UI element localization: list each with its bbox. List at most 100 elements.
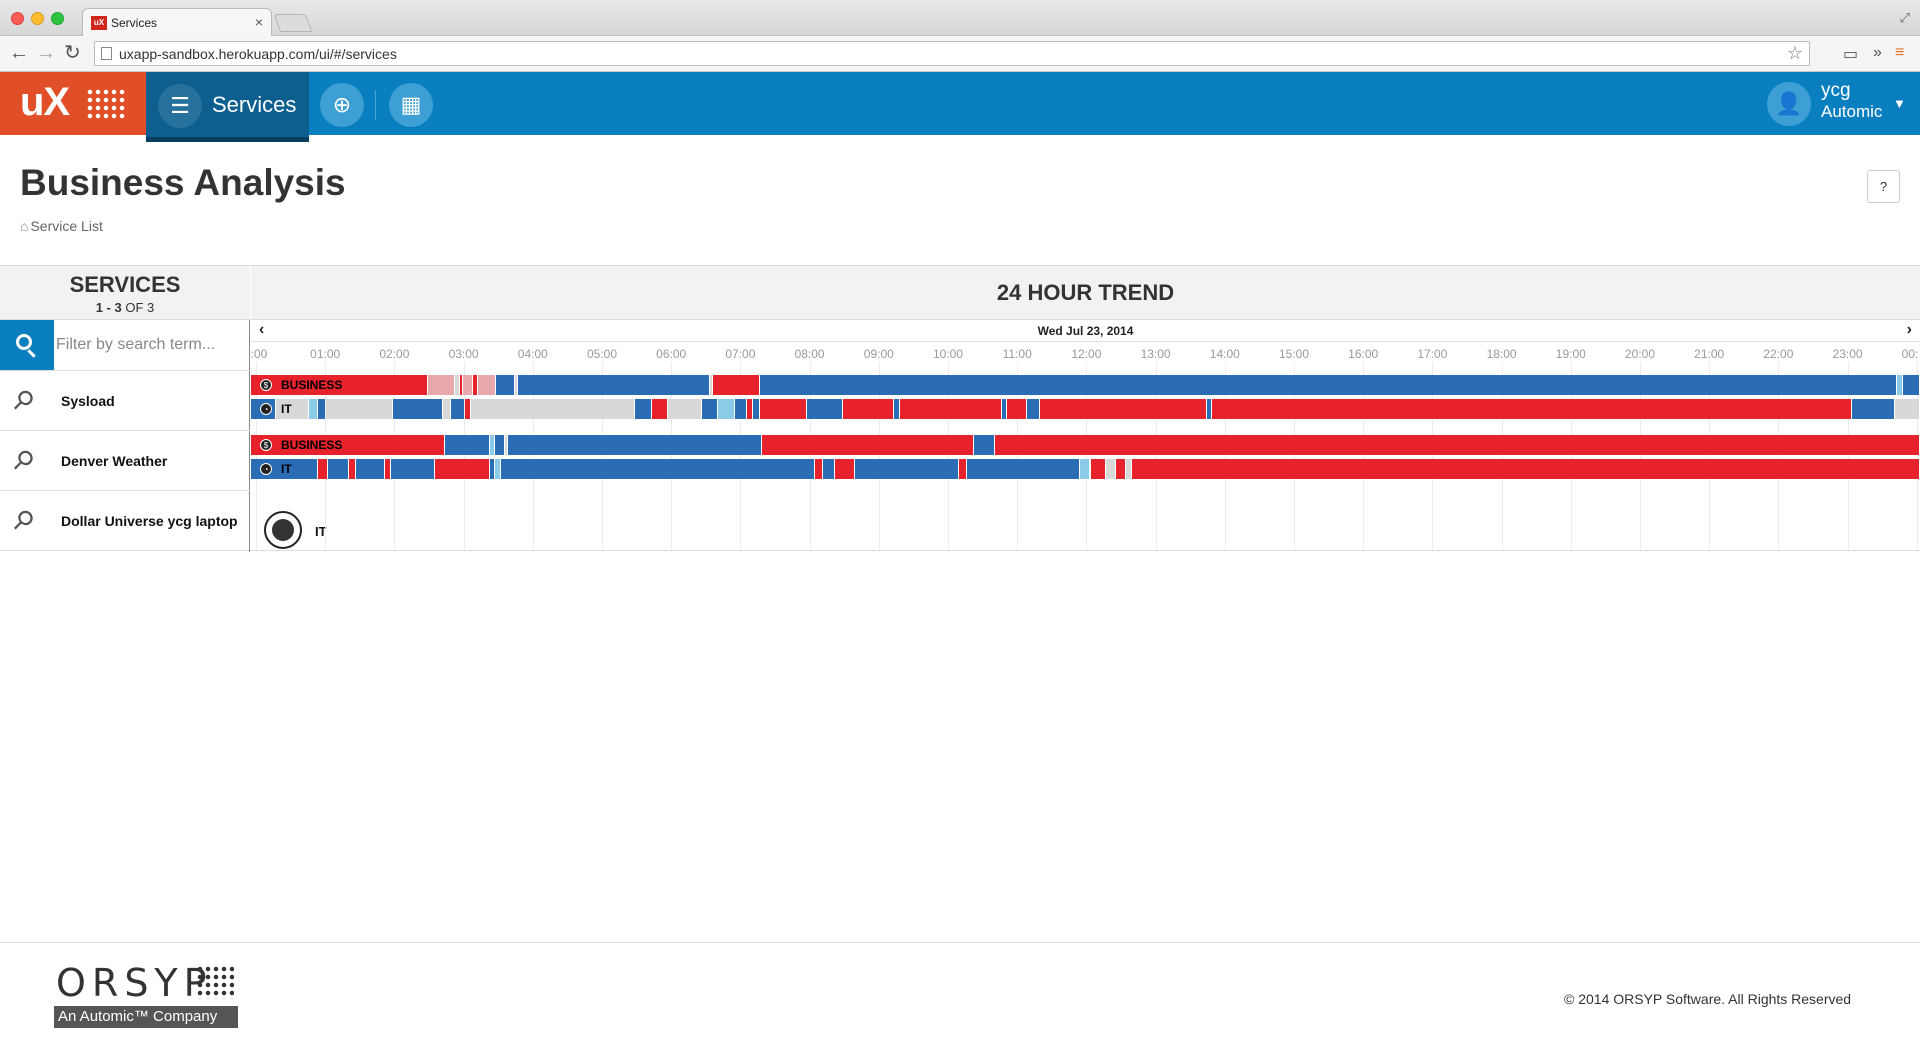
close-window-icon[interactable] — [11, 12, 24, 25]
service-name[interactable]: Dollar Universe ycg laptop — [61, 513, 238, 529]
trend-segment[interactable] — [471, 399, 634, 419]
fullscreen-icon[interactable]: ⤢ — [1900, 10, 1910, 26]
trend-segment[interactable] — [472, 375, 477, 395]
add-service-icon[interactable]: ⊕ — [320, 83, 364, 127]
trend-segment[interactable] — [427, 375, 454, 395]
trend-segment[interactable] — [496, 375, 514, 395]
trend-segment[interactable] — [327, 459, 349, 479]
trend-segment[interactable] — [392, 399, 442, 419]
trend-segment[interactable] — [753, 399, 760, 419]
trend-segment[interactable] — [444, 435, 489, 455]
trend-segment[interactable] — [489, 459, 494, 479]
trend-segment[interactable] — [494, 459, 501, 479]
trend-segment[interactable] — [309, 399, 317, 419]
trend-segment[interactable] — [1125, 459, 1132, 479]
new-tab-button[interactable] — [273, 14, 313, 32]
trend-segment[interactable] — [1894, 399, 1919, 419]
trend-segment[interactable] — [464, 399, 471, 419]
trend-segment[interactable] — [391, 459, 434, 479]
trend-segment[interactable] — [349, 459, 356, 479]
user-avatar-icon[interactable]: 👤 — [1767, 82, 1811, 126]
extensions-icon[interactable]: » — [1873, 44, 1882, 62]
trend-segment[interactable] — [806, 399, 843, 419]
service-name[interactable]: Sysload — [61, 393, 115, 409]
browser-tab[interactable]: uX Services × — [82, 8, 272, 36]
trend-segment[interactable] — [815, 459, 823, 479]
trend-segment[interactable] — [326, 399, 392, 419]
trend-segment[interactable] — [701, 399, 718, 419]
pin-icon[interactable]: ⚲ — [6, 443, 41, 478]
trend-segment[interactable] — [1080, 459, 1090, 479]
search-input[interactable] — [56, 326, 246, 364]
minimize-window-icon[interactable] — [31, 12, 44, 25]
back-icon[interactable]: ← — [9, 42, 29, 64]
trend-segment[interactable] — [746, 399, 753, 419]
user-name[interactable]: ycg — [1821, 80, 1851, 102]
trend-segment[interactable] — [462, 375, 472, 395]
trend-segment[interactable] — [514, 375, 518, 395]
trend-bar[interactable]: ◔ IT — [251, 459, 1920, 479]
search-button[interactable] — [0, 320, 54, 370]
tab-close-icon[interactable]: × — [255, 14, 263, 30]
menu-icon[interactable]: ≡ — [1895, 44, 1904, 62]
trend-segment[interactable] — [1090, 459, 1105, 479]
trend-segment[interactable] — [1132, 459, 1919, 479]
trend-segment[interactable] — [501, 459, 815, 479]
trend-segment[interactable] — [1115, 459, 1125, 479]
trend-segment[interactable] — [823, 459, 835, 479]
trend-segment[interactable] — [958, 459, 966, 479]
address-bar[interactable]: uxapp-sandbox.herokuapp.com/ui/#/service… — [94, 41, 1810, 66]
cast-icon[interactable]: ▭ — [1843, 44, 1858, 64]
trend-segment[interactable] — [761, 435, 973, 455]
trend-segment[interactable] — [1896, 375, 1903, 395]
list-item[interactable]: ⚲ Denver Weather — [0, 430, 250, 490]
trend-bar[interactable]: $ BUSINESS — [251, 375, 1920, 395]
trend-segment[interactable] — [317, 399, 326, 419]
chevron-down-icon[interactable]: ▼ — [1893, 96, 1906, 111]
trend-segment[interactable] — [713, 375, 760, 395]
trend-segment[interactable] — [489, 435, 494, 455]
trend-segment[interactable] — [442, 399, 451, 419]
trend-segment[interactable] — [735, 399, 746, 419]
trend-segment[interactable] — [356, 459, 384, 479]
trend-segment[interactable] — [1027, 399, 1040, 419]
trend-segment[interactable] — [1007, 399, 1027, 419]
trend-segment[interactable] — [1002, 399, 1007, 419]
trend-segment[interactable] — [855, 459, 958, 479]
trend-segment[interactable] — [454, 375, 459, 395]
trend-segment[interactable] — [900, 399, 1002, 419]
app-logo[interactable]: uX — [0, 72, 146, 135]
trend-segment[interactable] — [1212, 399, 1851, 419]
trend-segment[interactable] — [451, 399, 464, 419]
forward-icon[interactable]: → — [36, 42, 56, 64]
url-text[interactable]: uxapp-sandbox.herokuapp.com/ui/#/service… — [119, 46, 397, 62]
trend-segment[interactable] — [835, 459, 855, 479]
trend-segment[interactable] — [494, 435, 504, 455]
trend-segment[interactable] — [434, 459, 489, 479]
trend-segment[interactable] — [459, 375, 462, 395]
trend-segment[interactable] — [317, 459, 327, 479]
breadcrumb-service-list[interactable]: Service List — [30, 218, 102, 234]
pin-icon[interactable]: ⚲ — [6, 503, 41, 538]
trend-segment[interactable] — [1851, 399, 1894, 419]
trend-segment[interactable] — [477, 375, 496, 395]
list-item[interactable]: ⚲ Dollar Universe ycg laptop — [0, 490, 250, 550]
user-org[interactable]: Automic — [1821, 102, 1882, 122]
trend-segment[interactable] — [1040, 399, 1207, 419]
trend-segment[interactable] — [504, 435, 508, 455]
trend-segment[interactable] — [1105, 459, 1115, 479]
nav-services[interactable]: ☰ Services — [146, 72, 309, 142]
trend-bar[interactable]: ◔ IT — [251, 399, 1920, 419]
trend-segment[interactable] — [634, 399, 651, 419]
trend-bar[interactable]: $ BUSINESS — [251, 435, 1920, 455]
trend-segment[interactable] — [508, 435, 761, 455]
trend-segment[interactable] — [651, 399, 668, 419]
star-icon[interactable]: ☆ — [1787, 43, 1803, 64]
trend-segment[interactable] — [995, 435, 1919, 455]
trend-segment[interactable] — [709, 375, 713, 395]
help-button[interactable]: ? — [1867, 170, 1900, 203]
trend-segment[interactable] — [760, 399, 806, 419]
list-item[interactable]: ⚲ Sysload — [0, 370, 250, 430]
trend-segment[interactable] — [718, 399, 734, 419]
home-icon[interactable]: ⌂ — [20, 218, 28, 234]
